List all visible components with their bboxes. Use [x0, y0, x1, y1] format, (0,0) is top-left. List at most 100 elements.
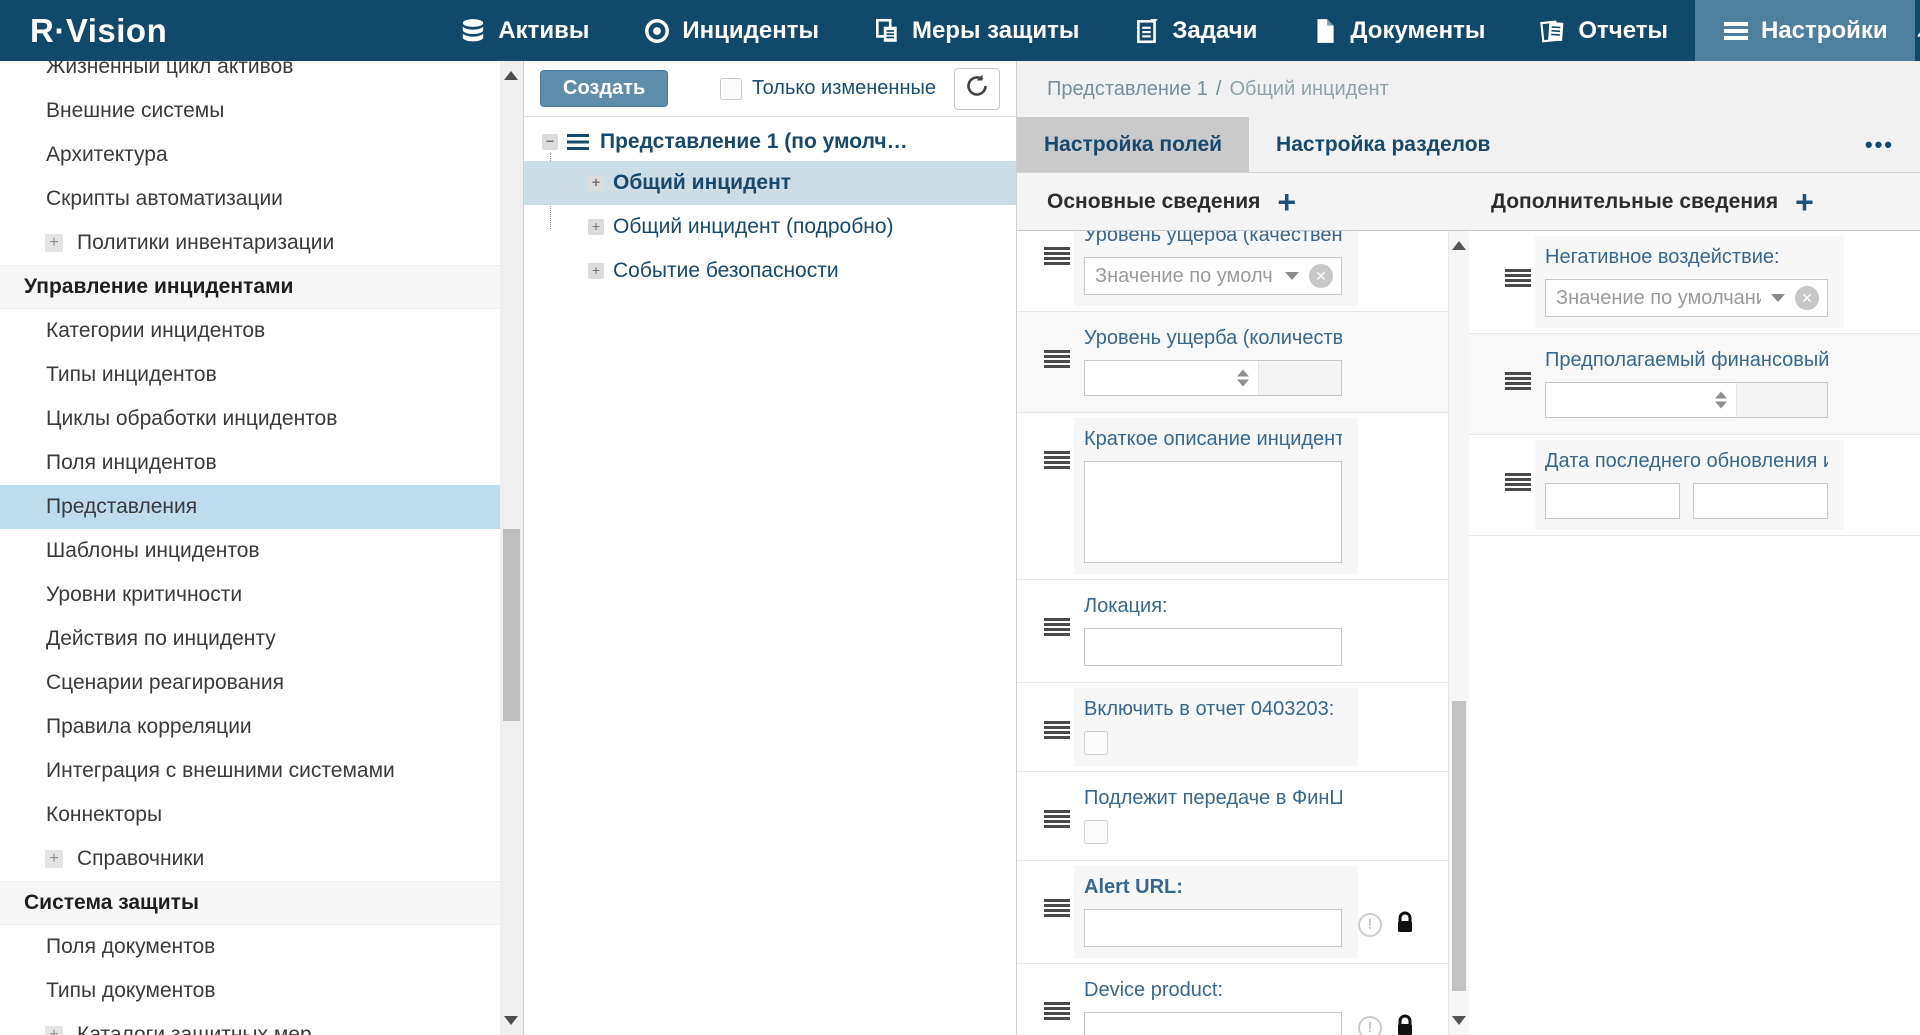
date-from-input[interactable]	[1545, 483, 1680, 519]
expand-plus-icon[interactable]: +	[45, 234, 63, 252]
fincert-transfer-checkbox[interactable]	[1084, 820, 1108, 844]
sidebar-item-incident-categories[interactable]: Категории инцидентов	[0, 309, 500, 353]
create-button[interactable]: Создать	[540, 70, 668, 107]
sidebar-item-incident-actions[interactable]: Действия по инциденту	[0, 617, 500, 661]
sidebar-item-correlation-rules[interactable]: Правила корреляции	[0, 705, 500, 749]
field-list-scrollbar[interactable]	[1449, 231, 1469, 1035]
field-row: Локация:	[1017, 580, 1448, 683]
rvision-logo[interactable]: R·Vision	[30, 0, 167, 61]
negative-impact-select[interactable]: Значение по умолчани ✕	[1545, 279, 1828, 317]
sidebar-item-criticality-levels[interactable]: Уровни критичности	[0, 573, 500, 617]
views-tree-panel: Создать Только измененные − Представлени…	[523, 61, 1017, 1035]
scroll-up-icon[interactable]	[1452, 241, 1466, 250]
nav-item-assets[interactable]: Активы	[432, 0, 616, 61]
sidebar-item-external-systems[interactable]: Внешние системы	[0, 89, 500, 133]
nav-item-incidents[interactable]: Инциденты	[616, 0, 846, 61]
location-input[interactable]	[1084, 628, 1342, 666]
tree-root-view1[interactable]: − Представление 1 (по умолч…	[524, 123, 1016, 161]
scrollbar-thumb[interactable]	[1452, 701, 1466, 991]
spinner-icon[interactable]	[1715, 392, 1727, 409]
document-icon	[1311, 17, 1339, 45]
sidebar-item-views[interactable]: Представления	[0, 485, 500, 529]
tree-item-common-incident[interactable]: + Общий инцидент	[524, 161, 1016, 205]
tree-item-security-event[interactable]: + Событие безопасности	[524, 249, 1016, 293]
sidebar-item-document-types[interactable]: Типы документов	[0, 969, 500, 1013]
date-to-input[interactable]	[1693, 483, 1828, 519]
add-field-icon[interactable]: +	[1795, 189, 1814, 215]
sidebar-item-incident-templates[interactable]: Шаблоны инцидентов	[0, 529, 500, 573]
nav-item-label: Отчеты	[1578, 17, 1668, 45]
add-field-icon[interactable]: +	[1277, 189, 1296, 215]
expand-icon[interactable]: +	[588, 219, 604, 235]
nav-item-settings[interactable]: Настройки	[1695, 0, 1915, 61]
bell-icon[interactable]	[1915, 14, 1920, 47]
drag-handle-icon[interactable]	[1044, 350, 1070, 368]
expand-plus-icon[interactable]: +	[45, 1026, 63, 1035]
expand-icon[interactable]: +	[588, 175, 604, 191]
damage-level-qual-select[interactable]: Значение по умолч ✕	[1084, 257, 1342, 295]
tree-item-common-incident-detailed[interactable]: + Общий инцидент (подробно)	[524, 205, 1016, 249]
sidebar-item-document-fields[interactable]: Поля документов	[0, 925, 500, 969]
drag-handle-icon[interactable]	[1044, 721, 1070, 739]
short-description-textarea[interactable]	[1084, 461, 1342, 563]
breadcrumb: Представление 1 / Общий инцидент	[1017, 61, 1920, 117]
expand-icon[interactable]: +	[588, 263, 604, 279]
include-in-report-checkbox[interactable]	[1084, 731, 1108, 755]
scroll-down-icon[interactable]	[1452, 1016, 1466, 1025]
nav-item-tasks[interactable]: Задачи	[1106, 0, 1284, 61]
sidebar-scrollbar[interactable]	[500, 61, 523, 1035]
more-menu-icon[interactable]: •••	[1865, 117, 1894, 172]
drag-handle-icon[interactable]	[1044, 247, 1070, 265]
tab-section-settings[interactable]: Настройка разделов	[1249, 117, 1517, 172]
sidebar-item-connectors[interactable]: Коннекторы	[0, 793, 500, 837]
sidebar-item-architecture[interactable]: Архитектура	[0, 133, 500, 177]
scroll-up-icon[interactable]	[504, 71, 518, 80]
field-row: Device product: !	[1017, 964, 1448, 1035]
clear-icon[interactable]: ✕	[1795, 286, 1819, 310]
alert-url-input[interactable]	[1084, 909, 1342, 947]
target-icon	[643, 17, 671, 45]
only-changed-checkbox[interactable]	[720, 78, 742, 100]
chevron-down-icon	[1771, 294, 1785, 302]
scroll-down-icon[interactable]	[504, 1016, 518, 1025]
drag-handle-icon[interactable]	[1044, 618, 1070, 636]
sidebar-item-incident-types[interactable]: Типы инцидентов	[0, 353, 500, 397]
nav-item-reports[interactable]: Отчеты	[1512, 0, 1695, 61]
settings-nav-list: Жизненный цикл активов Внешние системы А…	[0, 61, 500, 1035]
sidebar-item-external-integration[interactable]: Интеграция с внешними системами	[0, 749, 500, 793]
field-row: Предполагаемый финансовый	[1469, 334, 1920, 435]
damage-level-quant-input[interactable]	[1084, 360, 1342, 396]
nav-item-protection[interactable]: Меры защиты	[846, 0, 1106, 61]
drag-handle-icon[interactable]	[1044, 1002, 1070, 1020]
sidebar-item-asset-lifecycle[interactable]: Жизненный цикл активов	[0, 61, 500, 89]
tree-children: + Общий инцидент + Общий инцидент (подро…	[524, 161, 1016, 293]
sidebar-item-directories[interactable]: +Справочники	[0, 837, 500, 881]
breadcrumb-parent[interactable]: Представление 1	[1047, 78, 1208, 101]
drag-handle-icon[interactable]	[1044, 810, 1070, 828]
collapse-icon[interactable]: −	[542, 134, 558, 150]
sidebar-item-incident-cycles[interactable]: Циклы обработки инцидентов	[0, 397, 500, 441]
drag-handle-icon[interactable]	[1505, 473, 1531, 491]
expand-plus-icon[interactable]: +	[45, 850, 63, 868]
drag-handle-icon[interactable]	[1044, 899, 1070, 917]
field-row: Уровень ущерба (качествен Значение по ум…	[1017, 231, 1448, 312]
drag-handle-icon[interactable]	[1505, 372, 1531, 390]
drag-handle-icon[interactable]	[1044, 451, 1070, 469]
drag-handle-icon[interactable]	[1505, 269, 1531, 287]
sidebar-item-protection-catalogs[interactable]: +Каталоги защитных мер	[0, 1013, 500, 1035]
sidebar-item-response-scenarios[interactable]: Сценарии реагирования	[0, 661, 500, 705]
tab-field-settings[interactable]: Настройка полей	[1017, 117, 1249, 172]
sidebar-item-incident-fields[interactable]: Поля инцидентов	[0, 441, 500, 485]
last-update-daterange	[1545, 483, 1828, 519]
database-icon	[459, 17, 487, 45]
device-product-input[interactable]	[1084, 1012, 1342, 1035]
estimated-financial-input[interactable]	[1545, 382, 1828, 418]
sidebar-item-automation-scripts[interactable]: Скрипты автоматизации	[0, 177, 500, 221]
sidebar-item-inventory-policies[interactable]: +Политики инвентаризации	[0, 221, 500, 265]
spinner-icon[interactable]	[1237, 370, 1249, 387]
scrollbar-thumb[interactable]	[503, 529, 520, 721]
refresh-button[interactable]	[954, 68, 1000, 110]
nav-item-documents[interactable]: Документы	[1284, 0, 1512, 61]
clear-icon[interactable]: ✕	[1309, 264, 1333, 288]
navbar-right: admin	[1915, 0, 1920, 61]
